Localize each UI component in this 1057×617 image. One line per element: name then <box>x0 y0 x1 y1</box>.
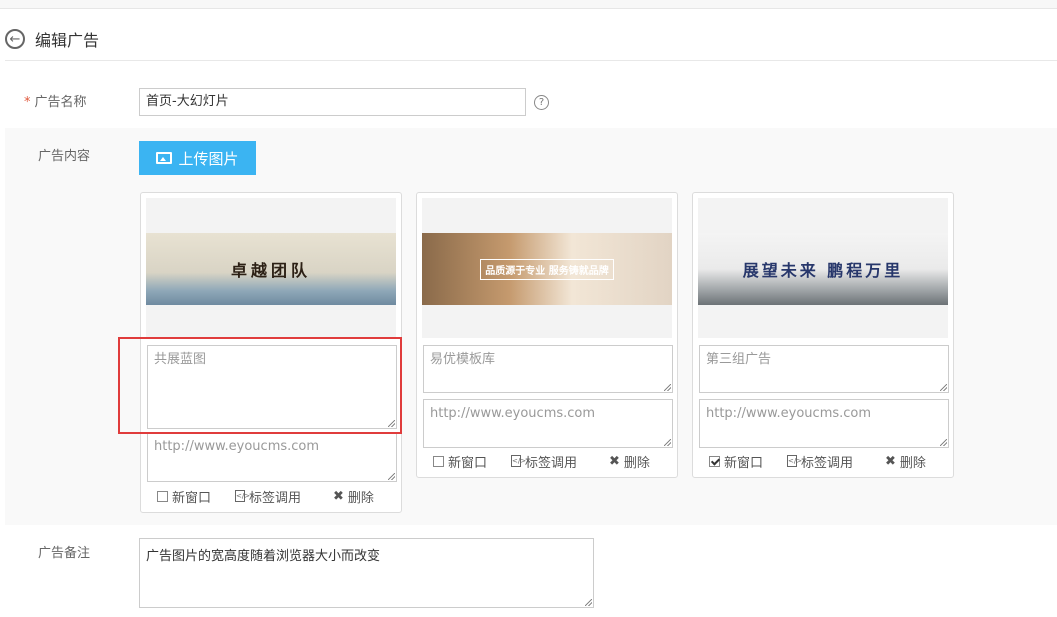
banner-image: 品质源于专业 服务铸就品牌 <box>422 233 672 305</box>
banner-text: 展望未来 鹏程万里 <box>742 261 904 280</box>
delete-button[interactable]: ✖ 删除 <box>885 452 926 471</box>
new-window-checkbox[interactable] <box>433 455 444 467</box>
delete-label: 删除 <box>347 490 374 506</box>
new-window-label: 新窗口 <box>172 490 212 506</box>
close-icon: ✖ <box>609 453 620 469</box>
upload-image-label: 上传图片 <box>178 149 239 168</box>
ad-url-placeholder: http://www.eyoucms.com <box>430 406 596 421</box>
tag-call-label: 标签调用 <box>525 455 578 471</box>
top-bar <box>0 0 1057 9</box>
resize-handle-icon[interactable] <box>664 439 671 446</box>
close-icon: ✖ <box>885 453 896 469</box>
ad-card-controls: 新窗口 </> 标签调用 ✖ 删除 <box>157 487 387 506</box>
ad-name-input[interactable]: 首页-大幻灯片 <box>139 88 526 116</box>
banner-text-box: 品质源于专业 服务铸就品牌 <box>480 258 614 280</box>
banner-text: 品质源于专业 服务铸就品牌 <box>422 233 672 305</box>
tag-call-button[interactable]: </> 标签调用 <box>787 452 885 471</box>
new-window-label: 新窗口 <box>448 455 488 471</box>
delete-button[interactable]: ✖ 删除 <box>609 452 650 471</box>
ad-title-placeholder: 第三组广告 <box>706 352 772 367</box>
header-divider <box>5 60 1057 61</box>
required-mark: * <box>24 95 31 110</box>
new-window-checkbox[interactable] <box>157 490 168 502</box>
resize-handle-icon[interactable] <box>664 384 671 391</box>
ad-image-preview[interactable]: 卓越团队 <box>146 198 396 338</box>
delete-button[interactable]: ✖ 删除 <box>333 487 374 506</box>
ad-url-textarea[interactable]: http://www.eyoucms.com <box>699 399 949 448</box>
ad-remark-text: 广告图片的宽高度随着浏览器大小而改变 <box>146 549 381 564</box>
delete-label: 删除 <box>623 455 650 471</box>
ad-url-textarea[interactable]: http://www.eyoucms.com <box>147 432 397 482</box>
ad-content-label: 广告内容 <box>38 149 91 164</box>
image-icon <box>156 152 173 164</box>
ad-card-2: 品质源于专业 服务铸就品牌 易优模板库 http://www.eyoucms.c… <box>416 192 678 478</box>
resize-handle-icon[interactable] <box>388 473 395 480</box>
tag-call-button[interactable]: </> 标签调用 <box>511 452 609 471</box>
highlight-box <box>118 337 402 434</box>
code-file-icon: </> <box>235 490 251 502</box>
code-file-icon: </> <box>787 455 803 467</box>
ad-card-controls: 新窗口 </> 标签调用 ✖ 删除 <box>433 452 663 471</box>
ad-title-placeholder: 易优模板库 <box>430 352 496 367</box>
new-window-option[interactable]: 新窗口 <box>709 452 787 471</box>
upload-image-button[interactable]: 上传图片 <box>139 141 256 175</box>
page-header: ← 编辑广告 <box>5 24 99 54</box>
ad-url-placeholder: http://www.eyoucms.com <box>154 439 320 454</box>
ad-remark-label: 广告备注 <box>38 546 91 561</box>
ad-title-textarea[interactable]: 易优模板库 <box>423 345 673 393</box>
resize-handle-icon[interactable] <box>940 439 947 446</box>
new-window-option[interactable]: 新窗口 <box>433 452 511 471</box>
resize-handle-icon[interactable] <box>585 599 592 606</box>
arrow-left-circle-icon[interactable]: ← <box>5 29 25 49</box>
page-title: 编辑广告 <box>35 31 100 50</box>
resize-handle-icon[interactable] <box>940 384 947 391</box>
banner-image: 展望未来 鹏程万里 <box>698 233 948 305</box>
close-icon: ✖ <box>333 488 344 504</box>
ad-url-textarea[interactable]: http://www.eyoucms.com <box>423 399 673 448</box>
ad-card-3: 展望未来 鹏程万里 第三组广告 http://www.eyoucms.com 新… <box>692 192 954 478</box>
ad-image-preview[interactable]: 品质源于专业 服务铸就品牌 <box>422 198 672 338</box>
banner-text: 卓越团队 <box>230 261 311 280</box>
new-window-checkbox[interactable] <box>709 455 720 467</box>
ad-title-textarea[interactable]: 第三组广告 <box>699 345 949 393</box>
new-window-option[interactable]: 新窗口 <box>157 487 235 506</box>
ad-card-controls: 新窗口 </> 标签调用 ✖ 删除 <box>709 452 939 471</box>
ad-url-placeholder: http://www.eyoucms.com <box>706 406 872 421</box>
question-circle-icon[interactable]: ? <box>534 95 549 110</box>
delete-label: 删除 <box>899 455 926 471</box>
ad-remark-textarea[interactable]: 广告图片的宽高度随着浏览器大小而改变 <box>139 538 594 608</box>
new-window-label: 新窗口 <box>724 455 764 471</box>
ad-name-label: * 广告名称 <box>24 91 87 110</box>
code-file-icon: </> <box>511 455 527 467</box>
tag-call-label: 标签调用 <box>801 455 854 471</box>
tag-call-label: 标签调用 <box>249 490 302 506</box>
ad-image-preview[interactable]: 展望未来 鹏程万里 <box>698 198 948 338</box>
tag-call-button[interactable]: </> 标签调用 <box>235 487 333 506</box>
banner-image: 卓越团队 <box>146 233 396 305</box>
ad-name-label-text: 广告名称 <box>34 95 87 110</box>
